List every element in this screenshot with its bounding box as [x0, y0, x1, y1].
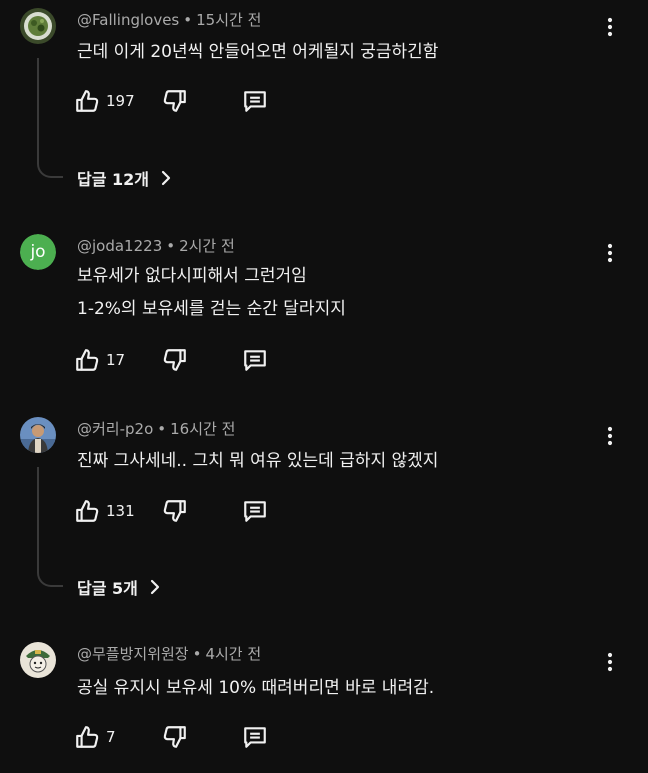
meta-separator: • [166, 237, 176, 255]
like-count: 197 [106, 92, 135, 110]
thumbs-up-icon [76, 726, 99, 748]
comment-actions: 7 [74, 722, 294, 752]
like-count: 17 [106, 351, 126, 369]
thumbs-down-icon [163, 90, 186, 112]
more-vertical-icon[interactable] [598, 422, 622, 450]
more-vertical-icon[interactable] [598, 648, 622, 676]
meta-separator: • [183, 11, 193, 29]
reply-button[interactable] [242, 722, 268, 752]
like-button[interactable]: 7 [74, 722, 116, 752]
thumbs-up-icon [76, 500, 99, 522]
comment-time: 4시간 전 [205, 645, 262, 663]
more-vertical-icon[interactable] [598, 13, 622, 41]
comment-meta: @커리-p2o • 16시간 전 [77, 419, 235, 439]
comment-meta: @무플방지위원장 • 4시간 전 [77, 644, 261, 664]
comment-text: 근데 이게 20년씩 안들어오면 어케될지 궁금하긴함 [77, 42, 439, 62]
like-button[interactable]: 131 [74, 496, 135, 526]
comment-time: 15시간 전 [196, 11, 262, 29]
reply-button[interactable] [242, 86, 268, 116]
chevron-right-icon [161, 170, 171, 186]
like-button[interactable]: 17 [74, 345, 125, 375]
comment-actions: 17 [74, 345, 294, 375]
thread-connector [37, 467, 63, 587]
comment-author[interactable]: @Fallingloves [77, 11, 179, 29]
dislike-button[interactable] [162, 86, 188, 116]
reply-button[interactable] [242, 496, 268, 526]
more-vertical-icon[interactable] [598, 239, 622, 267]
meta-separator: • [157, 420, 167, 438]
comment-author[interactable]: @커리-p2o [77, 420, 153, 438]
avatar-initials: jo [30, 242, 46, 262]
comment-actions: 197 [74, 86, 294, 116]
thread-connector [37, 58, 63, 178]
comment-time: 16시간 전 [170, 420, 236, 438]
replies-label: 답글 12개 [77, 170, 149, 189]
comment-meta: @Fallingloves • 15시간 전 [77, 10, 261, 30]
comment-text: 진짜 그사세네.. 그치 뭐 여유 있는데 급하지 않겠지 [77, 451, 439, 471]
comments-list: @Fallingloves • 15시간 전 근데 이게 20년씩 안들어오면 어케… [0, 0, 648, 773]
avatar[interactable] [20, 8, 56, 44]
comment-text: 공실 유지시 보유세 10% 때려버리면 바로 내려감. [77, 678, 435, 698]
thumbs-down-icon [163, 500, 186, 522]
comment-text: 보유세가 없다시피해서 그런거임 [77, 266, 307, 286]
like-count: 131 [106, 502, 135, 520]
replies-label: 답글 5개 [77, 579, 138, 598]
view-replies-button[interactable]: 답글 12개 [77, 166, 173, 190]
reply-button[interactable] [242, 345, 268, 375]
comment-time: 2시간 전 [179, 237, 235, 255]
like-button[interactable]: 197 [74, 86, 135, 116]
chevron-right-icon [150, 579, 159, 595]
comment-author[interactable]: @무플방지위원장 [77, 645, 189, 663]
like-count: 7 [106, 728, 116, 746]
dislike-button[interactable] [162, 345, 188, 375]
comment-actions: 131 [74, 496, 294, 526]
thumbs-up-icon [76, 349, 99, 371]
thumbs-down-icon [163, 349, 186, 371]
view-replies-button[interactable]: 답글 5개 [77, 575, 162, 599]
dislike-button[interactable] [162, 496, 188, 526]
comment-icon [244, 727, 266, 748]
thumbs-up-icon [76, 90, 99, 112]
comment-meta: @joda1223 • 2시간 전 [77, 236, 235, 256]
meta-separator: • [192, 645, 202, 663]
thumbs-down-icon [163, 726, 186, 748]
avatar[interactable] [20, 417, 56, 453]
comment-icon [244, 91, 266, 112]
comment-text: 1-2%의 보유세를 걷는 순간 달라지지 [77, 299, 346, 319]
dislike-button[interactable] [162, 722, 188, 752]
comment-icon [244, 501, 266, 522]
comment-icon [244, 350, 266, 371]
comment-author[interactable]: @joda1223 [77, 237, 162, 255]
avatar[interactable]: jo [20, 234, 56, 270]
avatar[interactable] [20, 642, 56, 678]
